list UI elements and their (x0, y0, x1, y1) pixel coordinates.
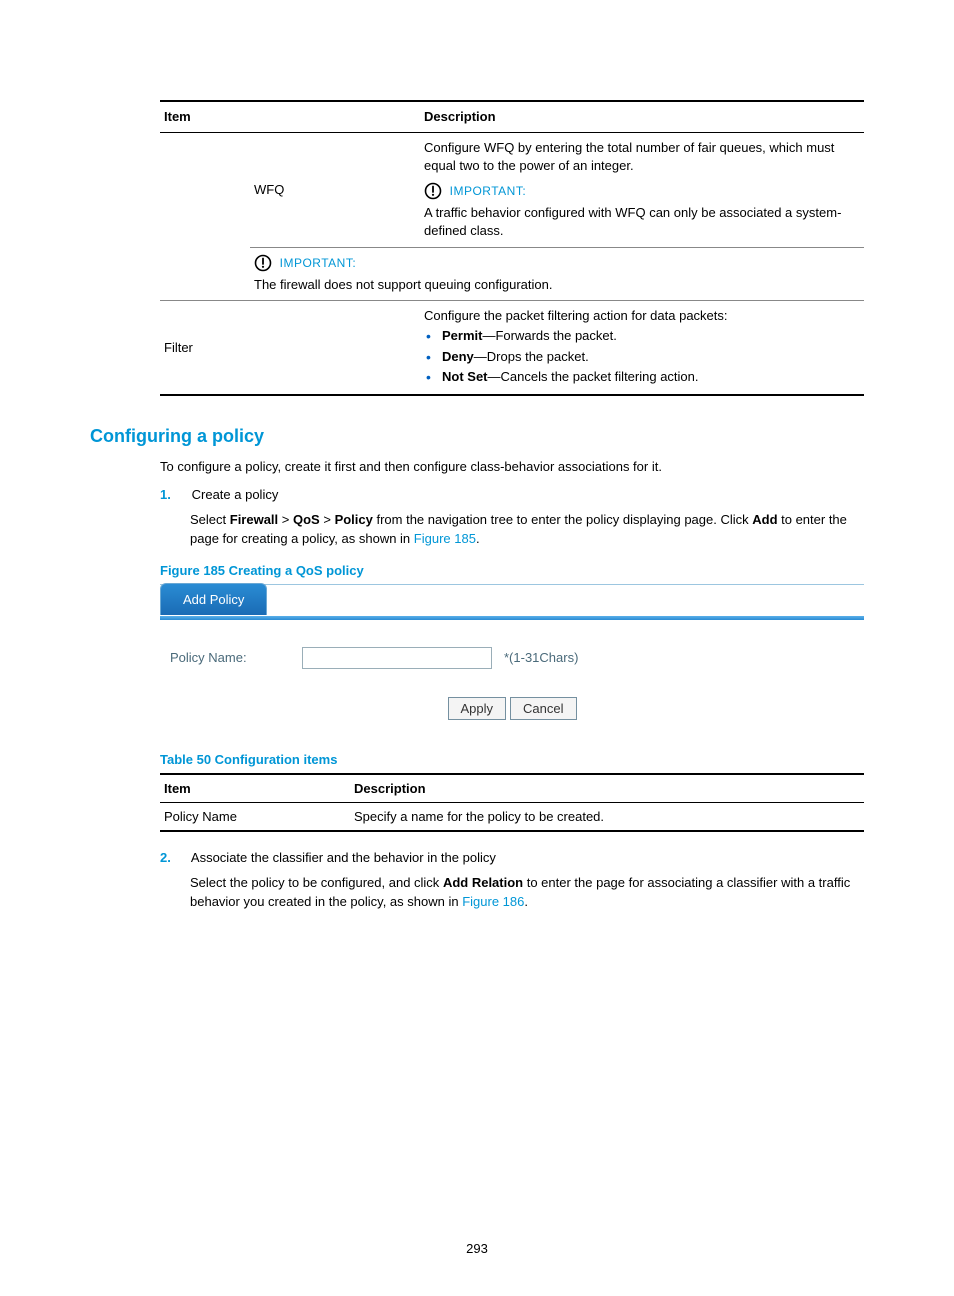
hint-chars: *(1-31Chars) (504, 650, 578, 665)
heading-configuring-policy: Configuring a policy (90, 426, 864, 447)
list-item: Deny—Drops the packet. (424, 348, 860, 366)
step-number: 2. (160, 850, 188, 865)
link-figure-185[interactable]: Figure 185 (414, 531, 476, 546)
input-policy-name[interactable] (302, 647, 492, 669)
text-wfq-desc1: Configure WFQ by entering the total numb… (424, 139, 860, 175)
list-item: Not Set—Cancels the packet filtering act… (424, 368, 860, 386)
tab-add-policy[interactable]: Add Policy (160, 583, 267, 615)
link-figure-186[interactable]: Figure 186 (462, 894, 524, 909)
step2-body: Select the policy to be configured, and … (190, 873, 864, 912)
cell-desc: Specify a name for the policy to be crea… (350, 802, 864, 831)
step-1: 1. Create a policy (160, 487, 864, 502)
text-filter-intro: Configure the packet filtering action fo… (424, 307, 860, 325)
figure-185-ui: Add Policy Policy Name: *(1-31Chars) App… (160, 584, 864, 738)
step-2: 2. Associate the classifier and the beha… (160, 850, 864, 865)
important-icon (424, 182, 442, 200)
th-description: Description (350, 774, 864, 803)
apply-button[interactable]: Apply (448, 697, 507, 720)
page-number: 293 (0, 1241, 954, 1256)
cell-wfq-label: WFQ (250, 133, 420, 247)
label-policy-name: Policy Name: (170, 650, 290, 665)
th-item: Item (160, 774, 350, 803)
table-50: Item Description Policy Name Specify a n… (160, 773, 864, 832)
th-item: Item (160, 101, 250, 133)
th-sub (250, 101, 420, 133)
cell-item: Policy Name (160, 802, 350, 831)
th-description: Description (420, 101, 864, 133)
text-wfq-desc2: A traffic behavior configured with WFQ c… (424, 204, 860, 240)
list-item: Permit—Forwards the packet. (424, 327, 860, 345)
table-wfq-filter: Item Description WFQ Configure WFQ by en… (160, 100, 864, 396)
cell-empty (160, 133, 250, 301)
cell-wfq-desc: Configure WFQ by entering the total numb… (420, 133, 864, 247)
cancel-button[interactable]: Cancel (510, 697, 576, 720)
text-intro: To configure a policy, create it first a… (160, 457, 864, 477)
text-important2: The firewall does not support queuing co… (254, 276, 860, 294)
label-important: IMPORTANT: (450, 184, 527, 198)
step-title: Create a policy (192, 487, 279, 502)
cell-important2: IMPORTANT: The firewall does not support… (250, 247, 864, 301)
list-filter-items: Permit—Forwards the packet. Deny—Drops t… (424, 327, 860, 386)
tab-underline (160, 616, 864, 620)
caption-figure-185: Figure 185 Creating a QoS policy (160, 563, 864, 578)
important-icon (254, 254, 272, 272)
cell-filter-desc: Configure the packet filtering action fo… (420, 301, 864, 395)
step-title: Associate the classifier and the behavio… (191, 850, 496, 865)
step1-body: Select Firewall > QoS > Policy from the … (190, 510, 864, 549)
caption-table-50: Table 50 Configuration items (160, 752, 864, 767)
cell-filter-label: Filter (160, 301, 420, 395)
label-important2: IMPORTANT: (280, 256, 357, 270)
step-number: 1. (160, 487, 188, 502)
